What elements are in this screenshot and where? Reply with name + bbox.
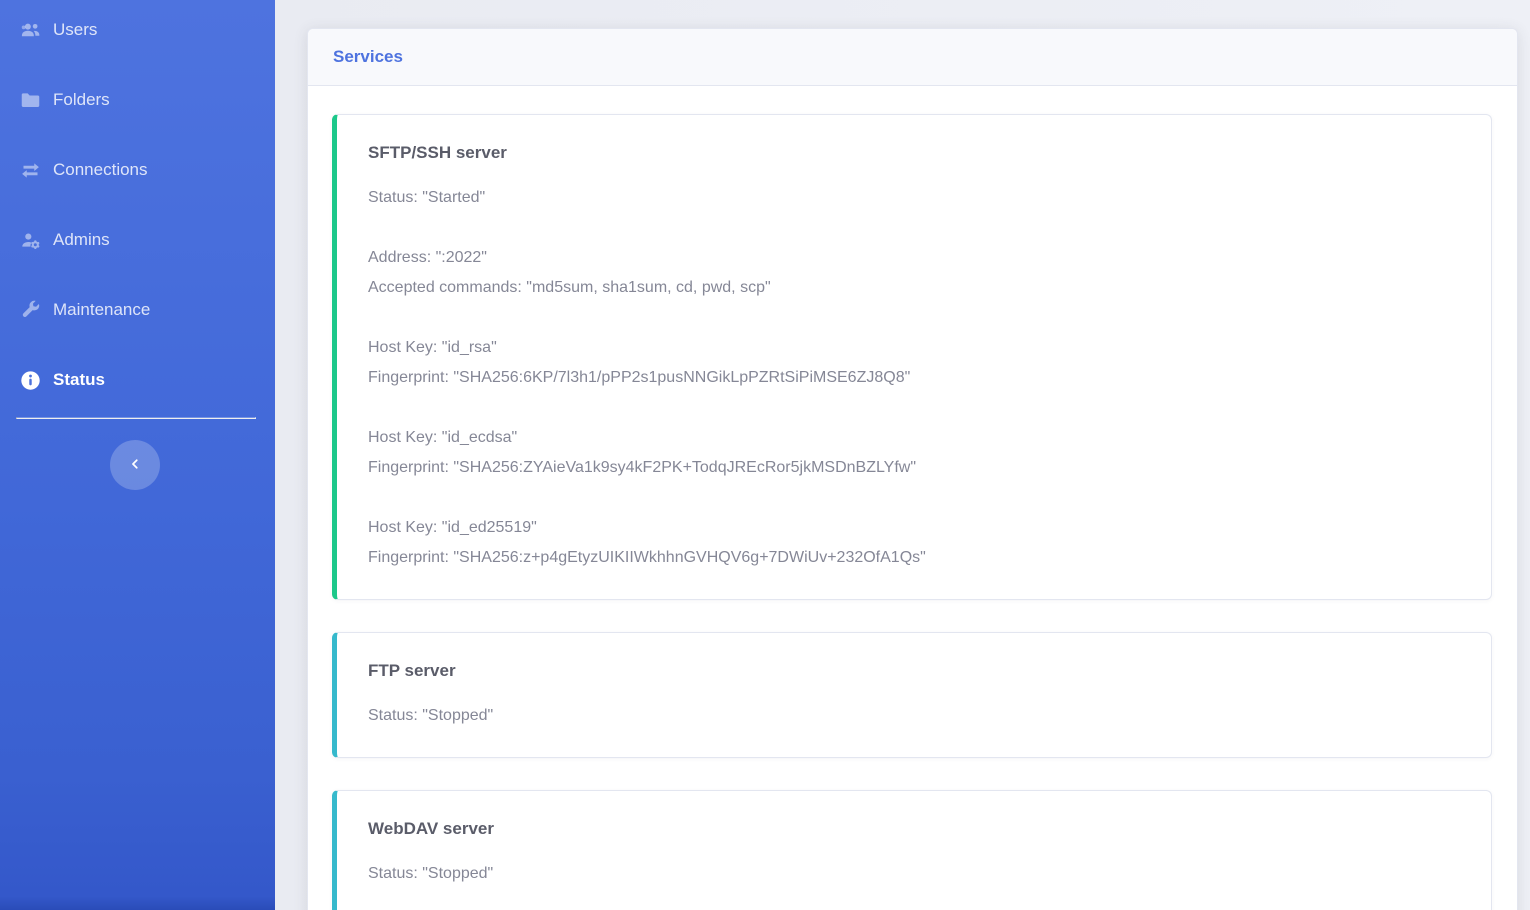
sidebar-item-label: Maintenance [53, 300, 150, 320]
sidebar: Users Folders Connections Admins Mainten… [0, 0, 275, 910]
service-body: Status: "Stopped" [368, 859, 1460, 889]
service-text-line: Fingerprint: "SHA256:z+p4gEtyzUIKIIWkhhn… [368, 543, 1460, 573]
service-body: Status: "Started" Address: ":2022"Accepte… [368, 183, 1460, 573]
wrench-icon [17, 299, 43, 321]
info-circle-icon [17, 369, 43, 391]
page-title: Services [333, 47, 403, 67]
sidebar-item-status[interactable]: Status [0, 345, 275, 415]
sidebar-item-label: Folders [53, 90, 110, 110]
service-paragraph: Status: "Stopped" [368, 859, 1460, 889]
service-text-line: Status: "Stopped" [368, 701, 1460, 731]
service-paragraph: Address: ":2022"Accepted commands: "md5s… [368, 243, 1460, 303]
service-paragraph: Status: "Stopped" [368, 701, 1460, 731]
service-text-line: Accepted commands: "md5sum, sha1sum, cd,… [368, 273, 1460, 303]
sidebar-nav: Users Folders Connections Admins Mainten… [0, 0, 275, 415]
service-text-line: Status: "Stopped" [368, 859, 1460, 889]
service-card: WebDAV server Status: "Stopped" [332, 790, 1492, 910]
sidebar-item-label: Admins [53, 230, 110, 250]
sidebar-item-label: Connections [53, 160, 148, 180]
service-text-line: Host Key: "id_ed25519" [368, 513, 1460, 543]
services-panel: Services SFTP/SSH server Status: "Starte… [307, 28, 1518, 910]
service-paragraph: Status: "Started" [368, 183, 1460, 213]
service-title: FTP server [368, 659, 1460, 683]
services-panel-header: Services [308, 29, 1517, 86]
sidebar-item-label: Users [53, 20, 97, 40]
folder-icon [17, 89, 43, 111]
service-text-line: Fingerprint: "SHA256:ZYAieVa1k9sy4kF2PK+… [368, 453, 1460, 483]
sidebar-item-users[interactable]: Users [0, 0, 275, 65]
service-text-line: Status: "Started" [368, 183, 1460, 213]
service-text-line: Host Key: "id_rsa" [368, 333, 1460, 363]
sidebar-item-label: Status [53, 370, 105, 390]
service-card: FTP server Status: "Stopped" [332, 632, 1492, 758]
sidebar-collapse-button[interactable] [110, 440, 160, 490]
sidebar-item-maintenance[interactable]: Maintenance [0, 275, 275, 345]
service-title: SFTP/SSH server [368, 141, 1460, 165]
user-gear-icon [17, 229, 43, 251]
main-content: Services SFTP/SSH server Status: "Starte… [275, 0, 1530, 910]
services-list: SFTP/SSH server Status: "Started" Address… [308, 86, 1517, 910]
users-icon [17, 19, 43, 41]
chevron-left-icon [128, 457, 142, 474]
service-text-line: Host Key: "id_ecdsa" [368, 423, 1460, 453]
sidebar-item-admins[interactable]: Admins [0, 205, 275, 275]
sidebar-item-folders[interactable]: Folders [0, 65, 275, 135]
sidebar-item-connections[interactable]: Connections [0, 135, 275, 205]
service-paragraph: Host Key: "id_ecdsa"Fingerprint: "SHA256… [368, 423, 1460, 483]
service-text-line: Address: ":2022" [368, 243, 1460, 273]
service-title: WebDAV server [368, 817, 1460, 841]
service-paragraph: Host Key: "id_rsa"Fingerprint: "SHA256:6… [368, 333, 1460, 393]
exchange-icon [17, 159, 43, 181]
sidebar-divider [16, 417, 256, 419]
service-text-line: Fingerprint: "SHA256:6KP/7l3h1/pPP2s1pus… [368, 363, 1460, 393]
service-body: Status: "Stopped" [368, 701, 1460, 731]
service-paragraph: Host Key: "id_ed25519"Fingerprint: "SHA2… [368, 513, 1460, 573]
service-card: SFTP/SSH server Status: "Started" Address… [332, 114, 1492, 600]
